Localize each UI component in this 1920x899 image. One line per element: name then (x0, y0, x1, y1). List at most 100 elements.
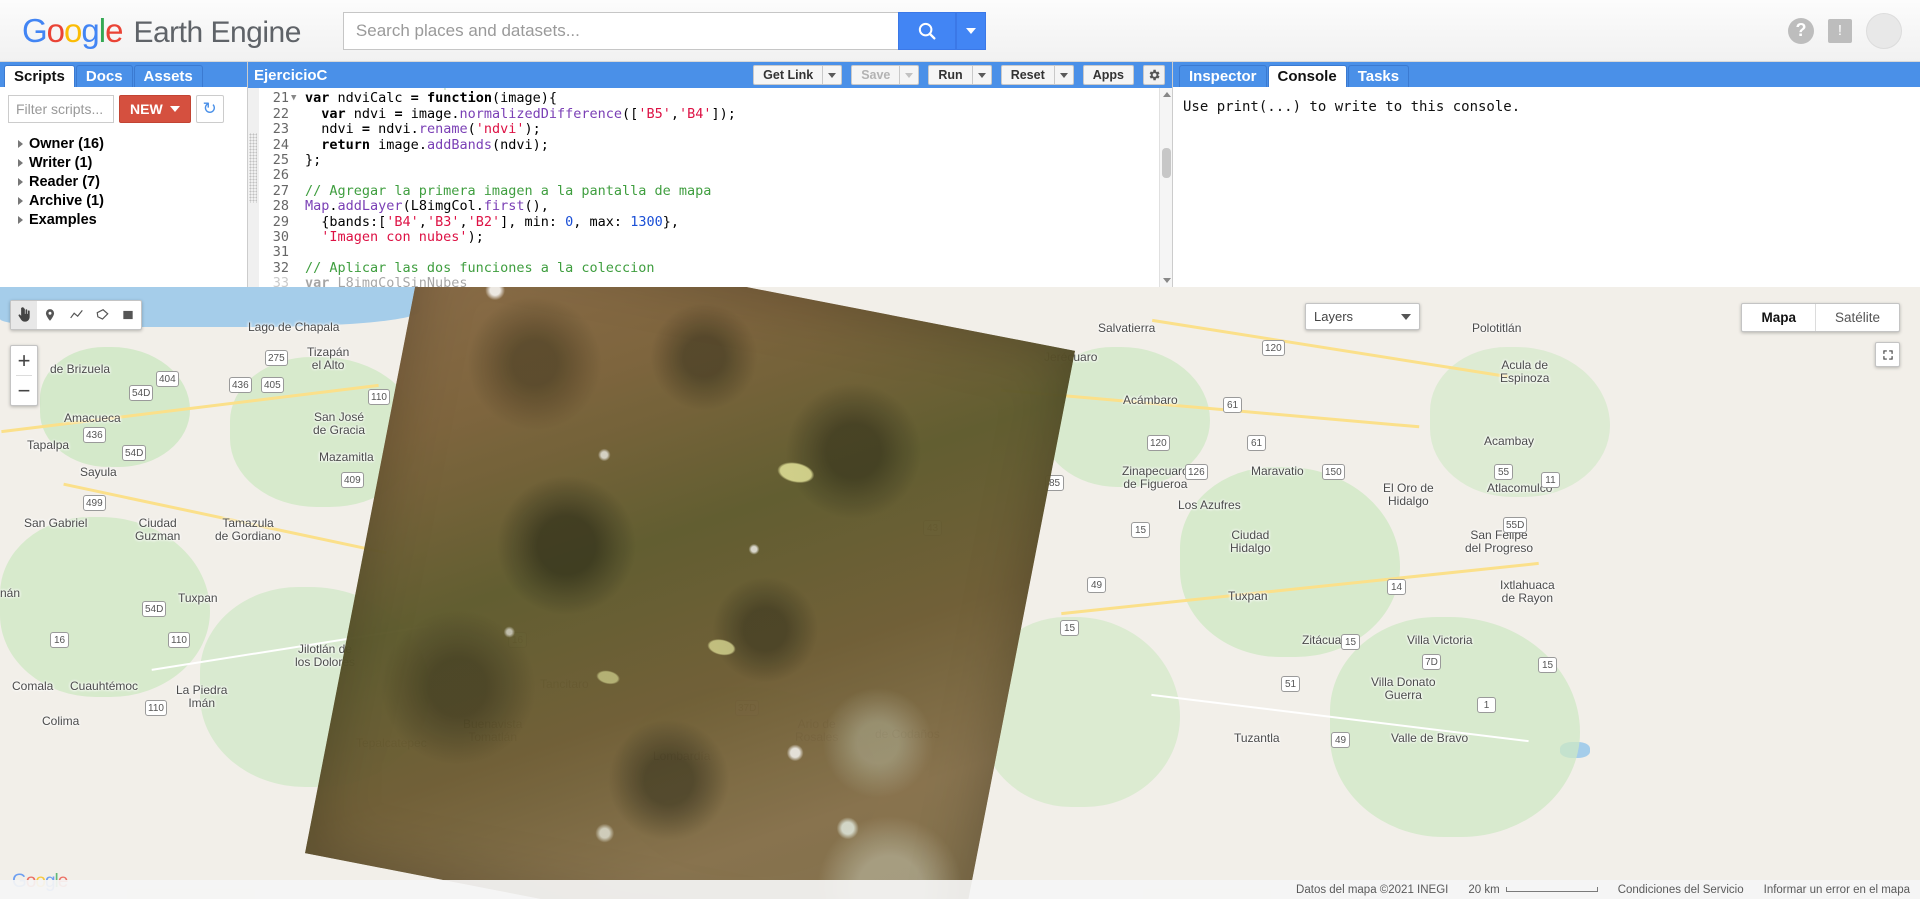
tab-scripts[interactable]: Scripts (4, 65, 75, 87)
map-type-satelite[interactable]: Satélite (1816, 304, 1899, 331)
map-place-label: Sayula (80, 465, 117, 479)
reset-dropdown[interactable] (1054, 65, 1074, 85)
polygon-icon[interactable] (89, 301, 115, 329)
tree-item-writer[interactable]: Writer (1) (18, 153, 239, 172)
search-dropdown-button[interactable] (955, 11, 986, 50)
top-bar-actions: ? ! (1788, 12, 1902, 49)
road-shield: 120 (1147, 435, 1170, 451)
map-drawing-toolbar (10, 300, 142, 330)
road-shield: 7D (1422, 654, 1441, 670)
refresh-icon: ↻ (202, 99, 217, 118)
run-dropdown[interactable] (972, 65, 992, 85)
fullscreen-button[interactable] (1875, 342, 1900, 367)
code-area[interactable]: 20// Crear funcion para calcular NDVI 21… (248, 88, 1172, 287)
run-button[interactable]: Run (928, 65, 973, 85)
map-place-label: Colima (42, 714, 80, 728)
road-shield: 15 (1060, 620, 1079, 636)
road-shield: 16 (50, 632, 69, 648)
run-group: Run (928, 65, 992, 85)
map-view[interactable]: Lago de ChapalaSalvatierraJerécuaroPolot… (0, 287, 1920, 899)
road-shield: 49 (1331, 732, 1350, 748)
scripts-tree: Owner (16) Writer (1) Reader (7) Archive… (8, 134, 239, 229)
map-place-label: Villa Victoria (1407, 633, 1473, 647)
zoom-in-button[interactable]: + (11, 346, 37, 375)
console-panel: Inspector Console Tasks Use print(...) t… (1173, 62, 1920, 287)
code-drag-handle[interactable] (249, 133, 257, 203)
avatar[interactable] (1866, 12, 1902, 49)
save-button[interactable]: Save (851, 65, 901, 85)
road-shield: 436 (83, 427, 106, 443)
zoom-out-button[interactable]: − (11, 376, 37, 405)
map-place-label: El Oro de Hidalgo (1383, 481, 1434, 508)
tab-assets[interactable]: Assets (133, 65, 203, 87)
chevron-up-icon (1162, 92, 1171, 97)
chevron-down-icon (965, 27, 976, 34)
bare-soil-patches (305, 287, 1075, 899)
marker-point-icon[interactable] (37, 301, 63, 329)
map-place-label: Tapalpa (27, 438, 70, 452)
tree-item-reader[interactable]: Reader (7) (18, 172, 239, 191)
road-shield: 15 (1341, 634, 1360, 650)
tree-item-examples[interactable]: Examples (18, 210, 239, 229)
tree-item-label: Reader (7) (29, 173, 100, 190)
road-shield: 51 (1281, 676, 1300, 692)
hand-pan-icon[interactable] (11, 301, 37, 329)
chevron-right-icon (18, 158, 23, 167)
satellite-image-layer (305, 287, 1075, 899)
rectangle-icon[interactable] (115, 301, 141, 329)
map-type-mapa[interactable]: Mapa (1742, 304, 1815, 331)
tab-inspector[interactable]: Inspector (1179, 65, 1267, 87)
filter-scripts-input[interactable] (8, 95, 114, 123)
apps-button[interactable]: Apps (1082, 65, 1134, 85)
tree-item-archive[interactable]: Archive (1) (18, 191, 239, 210)
scroll-up-arrow[interactable] (1160, 88, 1172, 101)
code-content[interactable]: 20// Crear funcion para calcular NDVI 21… (259, 88, 736, 287)
map-place-label: Tuzantla (1234, 731, 1280, 745)
map-place-label: Tuxpan (178, 591, 218, 605)
road-shield: 1 (1477, 697, 1496, 713)
app-logo[interactable]: Google Earth Engine (22, 12, 301, 50)
code-scrollbar[interactable] (1159, 88, 1172, 287)
map-footer: Datos del mapa ©2021 INEGI 20 km Condici… (0, 880, 1920, 899)
get-link-button[interactable]: Get Link (753, 65, 824, 85)
tab-tasks[interactable]: Tasks (1347, 65, 1410, 87)
map-place-label: Acámbaro (1123, 393, 1178, 407)
reset-button[interactable]: Reset (1000, 65, 1055, 85)
new-script-button[interactable]: NEW (119, 95, 191, 123)
road-shield: 150 (1322, 464, 1345, 480)
terms-link[interactable]: Condiciones del Servicio (1618, 884, 1744, 896)
road-shield: 55D (1503, 517, 1528, 533)
vegetation-area (1330, 617, 1580, 837)
map-place-label: San Gabriel (24, 516, 88, 530)
search-button[interactable] (897, 11, 956, 50)
map-place-label: Tuxpan (1228, 589, 1268, 603)
refresh-button[interactable]: ↻ (195, 95, 224, 123)
tab-docs[interactable]: Docs (75, 65, 133, 87)
editor-toolbar-actions: Get Link Save Run Reset Apps (753, 65, 1168, 85)
chevron-down-icon (828, 72, 837, 78)
scripts-panel: Scripts Docs Assets NEW ↻ (0, 62, 248, 287)
layers-dropdown[interactable]: Layers (1305, 303, 1420, 330)
help-icon[interactable]: ? (1788, 17, 1814, 44)
feedback-icon[interactable]: ! (1828, 18, 1852, 43)
report-error-link[interactable]: Informar un error en el mapa (1764, 884, 1910, 896)
map-place-label: Acambay (1484, 434, 1535, 448)
polyline-icon[interactable] (63, 301, 89, 329)
scroll-down-arrow[interactable] (1160, 274, 1172, 287)
search-bar (342, 11, 986, 50)
map-place-label: Acula de Espinoza (1500, 358, 1550, 385)
tree-item-owner[interactable]: Owner (16) (18, 134, 239, 153)
scrollbar-thumb[interactable] (1162, 148, 1171, 178)
get-link-dropdown[interactable] (823, 65, 843, 85)
map-place-label: Cuauhtémoc (70, 679, 139, 693)
tab-console[interactable]: Console (1267, 65, 1347, 87)
map-place-label: Tizapán el Alto (307, 345, 350, 372)
editor-settings-button[interactable] (1143, 65, 1165, 85)
search-input[interactable] (342, 11, 898, 50)
map-place-label: Tamazula de Gordiano (215, 516, 282, 543)
map-place-label: de Brizuela (50, 362, 111, 376)
road-shield: 405 (261, 377, 284, 393)
tree-item-label: Archive (1) (29, 192, 104, 209)
save-dropdown[interactable] (900, 65, 920, 85)
tree-item-label: Writer (1) (29, 154, 93, 171)
